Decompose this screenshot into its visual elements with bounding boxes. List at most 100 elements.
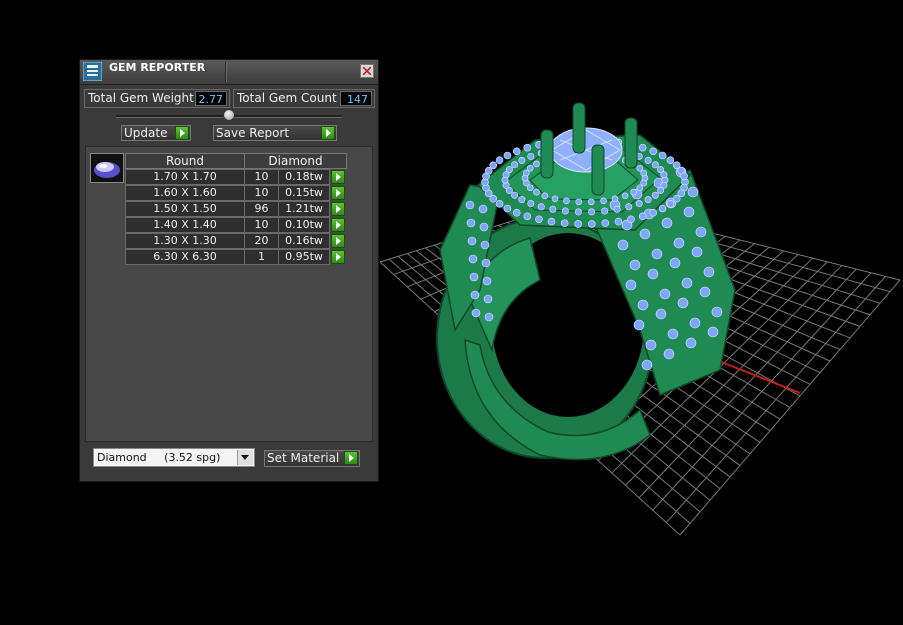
- row-select-arrow-icon[interactable]: [331, 186, 345, 200]
- pave-stone: [600, 197, 607, 205]
- pave-stone: [651, 248, 663, 260]
- pave-stone: [711, 306, 723, 318]
- pave-stone: [574, 220, 582, 228]
- pave-stone: [699, 286, 711, 298]
- pave-stone: [601, 219, 610, 227]
- pave-stone: [489, 161, 498, 170]
- pave-stone: [651, 161, 659, 169]
- ring-model[interactable]: [436, 102, 736, 461]
- pave-stone: [523, 143, 532, 152]
- pave-stone: [465, 200, 475, 210]
- chevron-down-icon[interactable]: [237, 450, 253, 465]
- total-count-label: Total Gem Count: [237, 91, 337, 105]
- gem-count-cell: 10: [244, 217, 279, 233]
- pave-stone: [478, 204, 488, 214]
- pave-stone: [470, 290, 480, 300]
- close-icon: [363, 67, 371, 75]
- update-arrow-icon[interactable]: [175, 126, 189, 140]
- save-report-label: Save Report: [216, 126, 290, 140]
- pave-stone: [635, 200, 643, 208]
- pave-stone: [627, 215, 635, 224]
- pave-stone: [649, 147, 658, 156]
- pave-stone: [637, 299, 649, 311]
- save-report-button[interactable]: Save Report: [213, 125, 337, 141]
- pave-stone: [625, 203, 633, 211]
- set-material-arrow-icon[interactable]: [344, 451, 358, 465]
- pave-stone: [533, 188, 540, 196]
- pave-stone: [469, 272, 479, 282]
- pave-stone: [518, 196, 526, 204]
- pave-stone: [549, 205, 557, 213]
- pave-stone: [541, 192, 549, 200]
- pave-stone: [633, 319, 645, 331]
- row-select-arrow-icon[interactable]: [331, 250, 345, 264]
- update-label: Update: [124, 126, 168, 140]
- pave-stone: [601, 207, 609, 215]
- gem-count-cell: 10: [244, 169, 279, 185]
- pave-stone: [644, 156, 652, 164]
- gem-weight-cell: 0.18tw: [278, 169, 330, 185]
- pave-stone: [526, 164, 534, 172]
- pave-stone: [641, 359, 653, 371]
- row-select-arrow-icon[interactable]: [331, 170, 345, 184]
- pave-stone: [511, 191, 519, 199]
- pave-stone: [669, 257, 681, 269]
- pave-stone: [630, 188, 637, 196]
- pave-stone: [614, 217, 623, 226]
- pave-stone: [611, 195, 619, 203]
- pave-stone: [673, 237, 685, 249]
- gem-weight-cell: 0.10tw: [278, 217, 330, 233]
- pave-stone: [681, 277, 693, 289]
- pave-stone: [483, 294, 493, 304]
- gem-count-cell: 96: [244, 201, 279, 217]
- gem-weight-cell: 0.95tw: [278, 249, 330, 265]
- column-header-shape: Round: [125, 153, 245, 169]
- row-select-arrow-icon[interactable]: [331, 202, 345, 216]
- pave-stone: [511, 161, 519, 169]
- pave-stone: [691, 246, 703, 258]
- pave-stone: [471, 308, 481, 318]
- pave-stone: [689, 317, 701, 329]
- total-weight-value: 2.77: [195, 91, 227, 106]
- set-material-label: Set Material: [267, 451, 340, 465]
- row-select-arrow-icon[interactable]: [331, 218, 345, 232]
- pave-stone: [480, 240, 490, 250]
- pave-stone: [685, 337, 697, 349]
- pave-stone: [518, 156, 526, 164]
- pave-stone: [683, 206, 695, 218]
- pave-stone: [512, 208, 521, 217]
- pave-stone: [481, 258, 491, 268]
- pave-stone: [638, 212, 647, 221]
- gem-weight-cell: 1.21tw: [278, 201, 330, 217]
- pave-stone: [484, 312, 494, 322]
- pave-stone: [657, 186, 665, 194]
- material-select[interactable]: Diamond (3.52 spg): [93, 448, 255, 467]
- total-weight-label: Total Gem Weight: [88, 91, 194, 105]
- gem-count-cell: 10: [244, 185, 279, 201]
- panel-titlebar[interactable]: GEM REPORTER: [80, 60, 378, 85]
- row-select-arrow-icon[interactable]: [331, 234, 345, 248]
- gem-table-area: Round Diamond 1.70 X 1.70 10 0.18tw 1.60 X …: [85, 146, 373, 442]
- panel-title: GEM REPORTER: [109, 61, 206, 74]
- gem-size-cell: 1.60 X 1.60: [125, 185, 245, 201]
- pave-stone: [467, 236, 477, 246]
- material-select-value: Diamond (3.52 spg): [97, 451, 221, 464]
- pave-stone: [533, 160, 540, 168]
- title-separator: [225, 62, 227, 82]
- pave-stone: [588, 220, 596, 228]
- close-button[interactable]: [360, 64, 374, 78]
- pave-stone: [588, 208, 596, 216]
- pave-stone: [695, 226, 707, 238]
- pave-stone: [561, 207, 569, 215]
- pave-stone: [527, 152, 535, 160]
- pave-stone: [621, 192, 629, 200]
- pave-stone: [503, 151, 512, 160]
- pave-stone: [660, 171, 668, 179]
- round-gem-icon[interactable]: [90, 153, 124, 183]
- pave-stone: [644, 196, 652, 204]
- save-report-arrow-icon[interactable]: [321, 126, 335, 140]
- pave-stone: [523, 212, 532, 221]
- pave-stone: [645, 339, 657, 351]
- pave-stone: [659, 288, 671, 300]
- size-slider-thumb[interactable]: [223, 109, 235, 121]
